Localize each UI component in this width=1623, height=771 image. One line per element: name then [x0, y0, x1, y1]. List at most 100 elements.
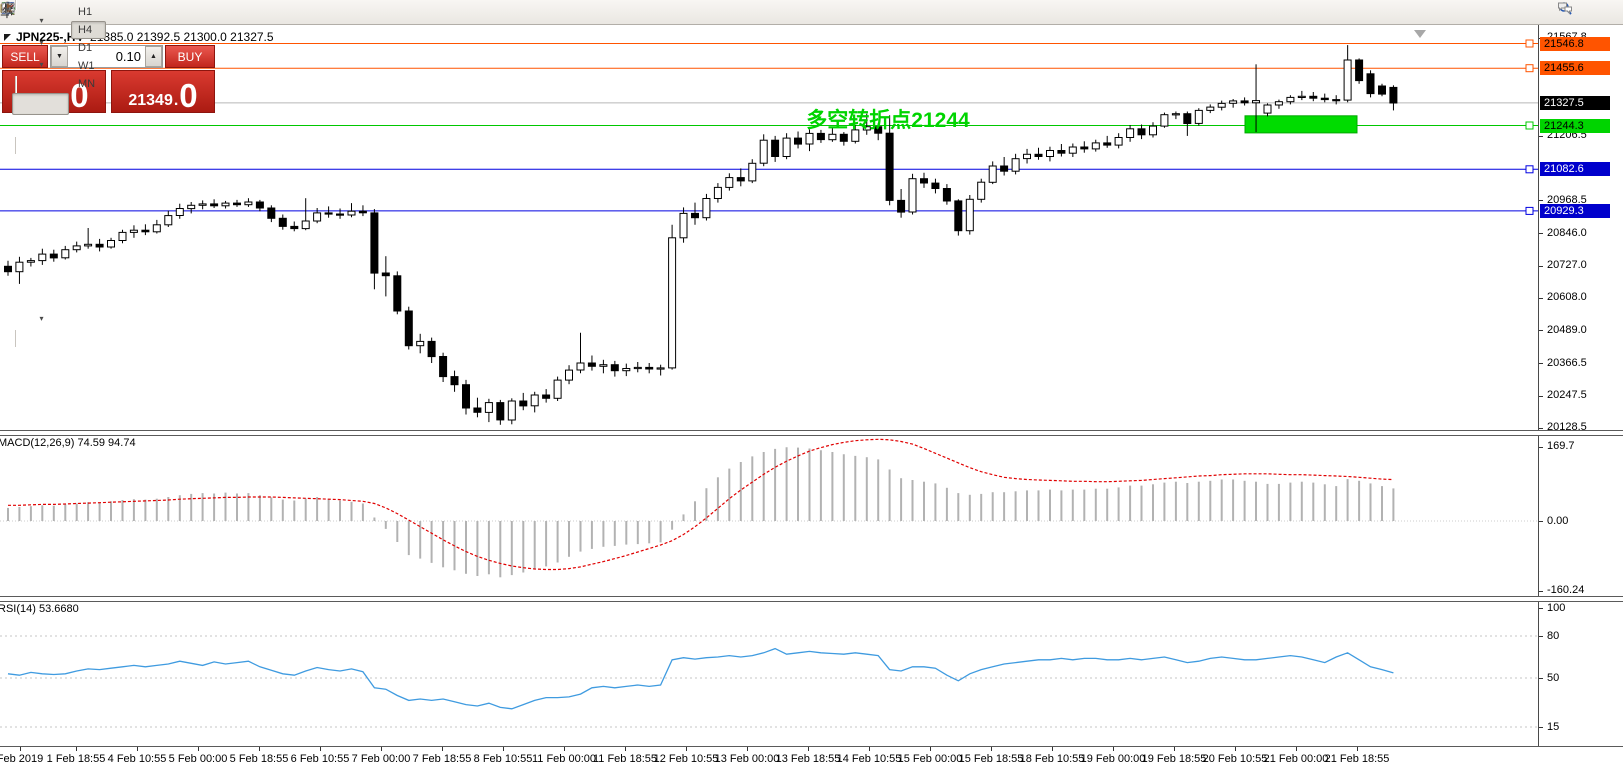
time-axis-label: 18 Feb 10:55: [1020, 753, 1085, 765]
time-axis-label: 19 Feb 00:00: [1081, 753, 1146, 765]
timeframe-mn[interactable]: MN: [71, 75, 106, 93]
timeframe-d1[interactable]: D1: [71, 39, 106, 57]
rsi-tick-mark: [1539, 636, 1543, 637]
time-axis-label: 19 Feb 18:55: [1142, 753, 1207, 765]
arrows-glyph: [0, 0, 16, 16]
time-tick-mark: [76, 747, 77, 751]
price-tick-mark: [1539, 428, 1543, 429]
macd-panel-divider[interactable]: [0, 430, 1623, 436]
time-axis-label: 5 Feb 00:00: [169, 753, 228, 765]
periods-clock-icon[interactable]: ▾: [12, 32, 69, 54]
trendline-icon[interactable]: [12, 198, 69, 220]
symbol-ohlc: 21385.0 21392.5 21300.0 21327.5: [90, 30, 274, 44]
equidistant-channel-icon[interactable]: E: [12, 220, 69, 242]
time-axis-label: 4 Feb 10:55: [108, 753, 167, 765]
time-axis-label: 5 Feb 18:55: [230, 753, 289, 765]
price-tick-label: 20247.5: [1547, 389, 1587, 402]
dropdown-caret-icon[interactable]: ▾: [40, 38, 44, 47]
time-tick-mark: [1113, 747, 1114, 751]
timeframe-h1[interactable]: H1: [71, 3, 106, 21]
text-label-icon[interactable]: T: [12, 286, 69, 308]
price-tick-mark: [1539, 330, 1543, 331]
macd-signal-line: [8, 439, 1393, 569]
timeframe-w1[interactable]: W1: [71, 57, 106, 75]
price-badge: 21327.5: [1540, 96, 1610, 110]
price-tick-label: 20366.5: [1547, 357, 1587, 370]
price-tick-mark: [1539, 363, 1543, 364]
macd-tick-label: 0.00: [1547, 515, 1568, 528]
volume-up-button[interactable]: ▲: [145, 46, 162, 67]
time-axis-label: 6 Feb 10:55: [291, 753, 350, 765]
time-tick-mark: [259, 747, 260, 751]
price-tick-label: 20489.0: [1547, 324, 1587, 337]
buy-button[interactable]: BUY: [165, 45, 215, 68]
level-end-marker[interactable]: [1526, 65, 1533, 72]
price-tick-mark: [1539, 233, 1543, 234]
horizontal-line-icon[interactable]: [12, 176, 69, 198]
cursor-icon[interactable]: [12, 93, 69, 115]
time-tick-mark: [137, 747, 138, 751]
price-badge: 20929.3: [1540, 204, 1610, 218]
buy-price-dot: .: [174, 93, 178, 109]
buy-price-big-digit: 0: [179, 82, 197, 109]
highlight-zone[interactable]: [1245, 116, 1357, 133]
arrows-icon[interactable]: ▾: [12, 308, 69, 330]
dropdown-caret-icon[interactable]: ▾: [40, 314, 44, 323]
level-end-marker[interactable]: [1526, 40, 1533, 47]
time-tick-mark: [1296, 747, 1297, 751]
macd-tick-mark: [1539, 591, 1543, 592]
time-tick-mark: [198, 747, 199, 751]
time-axis-label: Feb 2019: [0, 753, 43, 765]
time-axis-label: 8 Feb 10:55: [474, 753, 533, 765]
time-axis-divider: [0, 746, 1623, 747]
level-end-marker[interactable]: [1526, 166, 1533, 173]
macd-label: MACD(12,26,9) 74.59 94.74: [0, 437, 136, 449]
price-tick-mark: [1539, 266, 1543, 267]
macd-tick-mark: [1539, 521, 1543, 522]
time-axis-label: 7 Feb 18:55: [413, 753, 472, 765]
new-order-icon[interactable]: ▾: [12, 10, 69, 32]
rsi-label: RSI(14) 53.6680: [0, 603, 79, 615]
buy-price-main: 21349: [128, 93, 173, 109]
chat-glyph: [1557, 0, 1573, 16]
annotation-text[interactable]: 多空转折点21244: [806, 108, 970, 132]
time-tick-mark: [747, 747, 748, 751]
rsi-panel-divider[interactable]: [0, 596, 1623, 602]
time-axis-label: 20 Feb 10:55: [1203, 753, 1268, 765]
toolbar: 单 自动交易▾▾▾EFAT▾ M1M5M15M30H1H4D1W1MN: [0, 0, 1623, 25]
fibonacci-icon[interactable]: F: [12, 242, 69, 264]
chat-icon[interactable]: [1588, 1, 1616, 23]
crosshair-icon[interactable]: [12, 115, 69, 137]
price-tick-label: 20846.0: [1547, 227, 1587, 240]
mt4-window: 多空转折点21244 单 自动交易▾▾▾EFAT▾ M1M5M15M30H1H4…: [0, 0, 1623, 771]
chart-shift-marker[interactable]: [1414, 30, 1426, 38]
time-tick-mark: [991, 747, 992, 751]
dropdown-caret-icon[interactable]: ▾: [40, 16, 44, 25]
buy-price[interactable]: 21349 . 0: [111, 70, 215, 113]
timeframe-h4[interactable]: H4: [71, 21, 106, 39]
price-tick-label: 20128.5: [1547, 421, 1587, 434]
time-tick-mark: [1235, 747, 1236, 751]
symbol-marker-icon: [4, 34, 11, 41]
time-tick-mark: [1174, 747, 1175, 751]
time-axis-label: 1 Feb 18:55: [47, 753, 106, 765]
time-tick-mark: [1357, 747, 1358, 751]
chart-canvas[interactable]: 多空转折点21244: [0, 0, 1623, 771]
macd-tick-mark: [1539, 447, 1543, 448]
time-axis-label: 11 Feb 00:00: [532, 753, 596, 765]
time-tick-mark: [625, 747, 626, 751]
time-tick-mark: [869, 747, 870, 751]
text-icon[interactable]: A: [12, 264, 69, 286]
level-end-marker[interactable]: [1526, 122, 1533, 129]
time-axis-label: 13 Feb 00:00: [715, 753, 780, 765]
dropdown-caret-icon[interactable]: ▾: [40, 60, 44, 69]
level-end-marker[interactable]: [1526, 207, 1533, 214]
indicators-icon[interactable]: ▾: [12, 54, 69, 76]
price-tick-label: 20608.0: [1547, 291, 1587, 304]
rsi-tick-mark: [1539, 727, 1543, 728]
time-tick-mark: [503, 747, 504, 751]
vertical-line-icon[interactable]: [12, 154, 69, 176]
rsi-tick-label: 80: [1547, 630, 1559, 643]
time-tick-mark: [442, 747, 443, 751]
price-badge: 21082.6: [1540, 162, 1610, 176]
